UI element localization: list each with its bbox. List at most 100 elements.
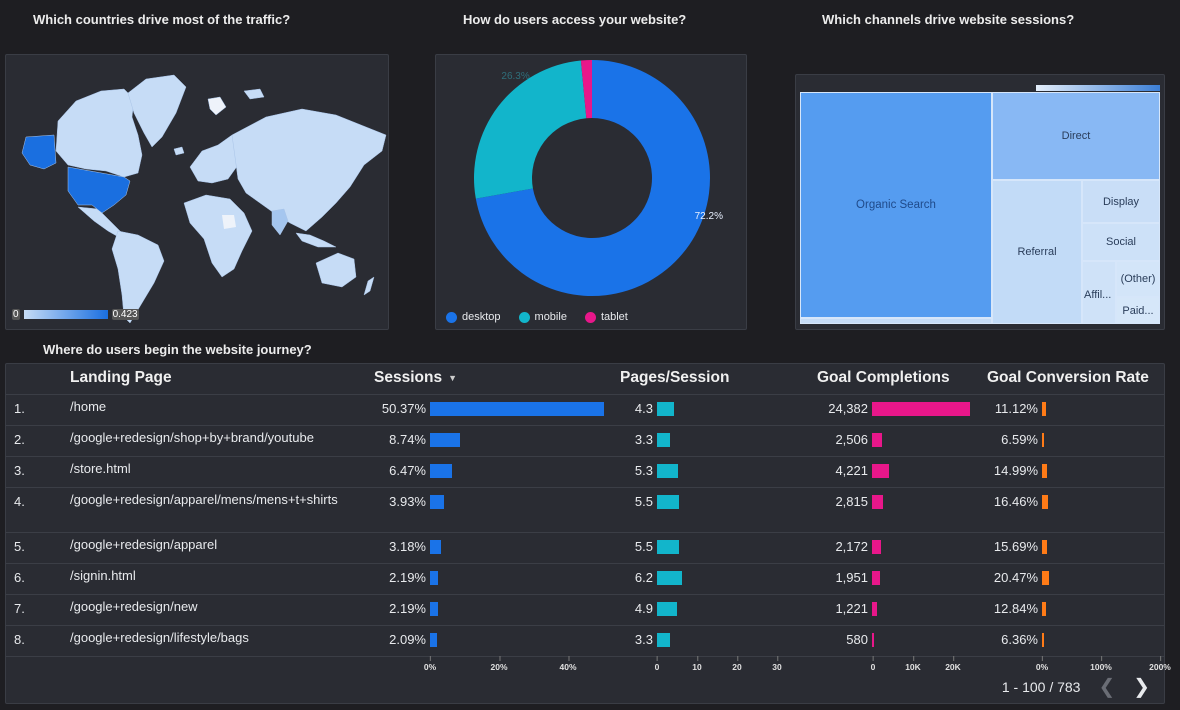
row-index: 1. bbox=[14, 401, 25, 416]
table-row[interactable]: 8. /google+redesign/lifestyle/bags 2.09% 3.… bbox=[6, 625, 1164, 656]
row-index: 7. bbox=[14, 601, 25, 616]
goal-conversion-rate-value: 11.12% bbox=[994, 401, 1038, 416]
pages-per-session-axis-tick: 20 bbox=[732, 656, 742, 672]
landing-page-cell[interactable]: /store.html bbox=[70, 462, 360, 475]
table-row[interactable]: 2. /google+redesign/shop+by+brand/youtube… bbox=[6, 425, 1164, 456]
map-legend-max: 0.423 bbox=[111, 309, 139, 320]
landing-page-cell[interactable]: /signin.html bbox=[70, 569, 360, 582]
pages-per-session-value: 5.3 bbox=[634, 463, 653, 478]
geo-map-chart[interactable]: 0 0.423 bbox=[5, 54, 389, 330]
col-header-goal-conversion-rate[interactable]: Goal Conversion Rate bbox=[987, 369, 1149, 387]
pages-per-session-axis-tick: 10 bbox=[692, 656, 702, 672]
pages-per-session-value: 5.5 bbox=[634, 539, 653, 554]
sessions-bar bbox=[430, 602, 438, 616]
table-row[interactable]: 6. /signin.html 2.19% 6.2 1,951 20.47% bbox=[6, 563, 1164, 594]
pages-per-session-bar bbox=[657, 540, 679, 554]
map-country-africa bbox=[183, 194, 253, 278]
table-row[interactable]: 7. /google+redesign/new 2.19% 4.9 1,221 12.84… bbox=[6, 594, 1164, 625]
prev-page-button[interactable]: ❮ bbox=[1098, 677, 1115, 697]
table-row[interactable]: 3. /store.html 6.47% 5.3 4,221 14.99% bbox=[6, 456, 1164, 487]
map-country-alaska bbox=[21, 134, 57, 170]
pages-per-session-axis-tick: 30 bbox=[772, 656, 782, 672]
col-header-pages-session[interactable]: Pages/Session bbox=[620, 369, 729, 387]
goal-conversion-rate-value: 6.36% bbox=[1001, 632, 1038, 647]
treemap-title: Which channels drive website sessions? bbox=[822, 12, 1075, 27]
next-page-button[interactable]: ❯ bbox=[1133, 677, 1150, 697]
treemap-cell-affil[interactable]: Affil... bbox=[1082, 261, 1116, 324]
col-header-goal-completions[interactable]: Goal Completions bbox=[817, 369, 950, 387]
treemap-cell-minor[interactable] bbox=[800, 318, 992, 324]
pagination: 1 - 100 / 783 ❮ ❯ bbox=[1002, 677, 1150, 697]
landing-page-cell[interactable]: /google+redesign/lifestyle/bags bbox=[70, 631, 360, 644]
sessions-bar bbox=[430, 540, 441, 554]
landing-page-table: Landing Page Sessions ▼ Pages/Session Goa… bbox=[5, 363, 1171, 704]
channel-treemap-chart[interactable]: Organic Search Direct Referral Display Socia… bbox=[795, 74, 1165, 330]
world-map[interactable] bbox=[6, 55, 390, 331]
goal-conversion-rate-bar bbox=[1042, 571, 1049, 585]
treemap-cell-other[interactable]: (Other) bbox=[1116, 261, 1160, 297]
pages-per-session-value: 4.9 bbox=[634, 601, 653, 616]
pages-per-session-value: 6.2 bbox=[634, 570, 653, 585]
legend-item-tablet[interactable]: tablet bbox=[584, 311, 628, 323]
map-legend-min: 0 bbox=[12, 309, 20, 320]
legend-dot-mobile bbox=[518, 311, 530, 323]
goal-completions-value: 2,506 bbox=[835, 432, 868, 447]
device-donut-chart[interactable]: 72.2% 26.3% desktop mobile tablet bbox=[435, 54, 747, 330]
treemap-cell-paid[interactable]: Paid... bbox=[1116, 297, 1160, 324]
landing-page-cell[interactable]: /google+redesign/new bbox=[70, 600, 360, 613]
sessions-bar bbox=[430, 433, 461, 447]
goal-conversion-rate-axis-tick: 200% bbox=[1149, 656, 1171, 672]
table-row[interactable]: 1. /home 50.37% 4.3 24,382 11.12% bbox=[6, 394, 1164, 425]
legend-label-desktop: desktop bbox=[462, 311, 501, 323]
treemap-cell-organic-search[interactable]: Organic Search bbox=[800, 92, 992, 318]
landing-page-cell[interactable]: /home bbox=[70, 400, 360, 413]
landing-page-cell[interactable]: /google+redesign/apparel bbox=[70, 538, 360, 551]
goal-completions-bar bbox=[872, 602, 877, 616]
col-header-sessions-label: Sessions bbox=[374, 369, 443, 386]
sessions-bar bbox=[430, 633, 438, 647]
goal-conversion-rate-bar bbox=[1042, 602, 1047, 616]
map-country-indonesia bbox=[295, 232, 337, 248]
col-header-landing-page[interactable]: Landing Page bbox=[70, 369, 172, 387]
map-country-canada bbox=[55, 88, 143, 178]
treemap-cell-display[interactable]: Display bbox=[1082, 180, 1160, 223]
goal-conversion-rate-value: 6.59% bbox=[1001, 432, 1038, 447]
donut-slice-mobile[interactable] bbox=[474, 60, 587, 199]
goal-completions-value: 24,382 bbox=[828, 401, 868, 416]
table-header: Landing Page Sessions ▼ Pages/Session Goa… bbox=[6, 364, 1164, 394]
sessions-value: 6.47% bbox=[389, 463, 426, 478]
goal-completions-value: 2,815 bbox=[835, 494, 868, 509]
map-legend-gradient bbox=[23, 310, 108, 319]
treemap-cell-direct[interactable]: Direct bbox=[992, 92, 1160, 180]
map-country-russia-asia bbox=[231, 108, 387, 232]
legend-item-desktop[interactable]: desktop bbox=[446, 311, 501, 323]
donut-legend: desktop mobile tablet bbox=[446, 311, 628, 323]
donut-svg[interactable]: 72.2% 26.3% bbox=[436, 55, 748, 305]
sessions-value: 2.19% bbox=[389, 570, 426, 585]
pagination-range: 1 - 100 / 783 bbox=[1001, 679, 1081, 695]
pages-per-session-value: 3.3 bbox=[634, 432, 653, 447]
pages-per-session-value: 4.3 bbox=[634, 401, 653, 416]
treemap-cell-referral[interactable]: Referral bbox=[992, 180, 1082, 324]
goal-conversion-rate-bar bbox=[1042, 495, 1048, 509]
goal-conversion-rate-value: 14.99% bbox=[993, 463, 1038, 478]
landing-page-cell[interactable]: /google+redesign/shop+by+brand/youtube bbox=[70, 431, 360, 444]
legend-item-mobile[interactable]: mobile bbox=[518, 311, 567, 323]
sessions-value: 50.37% bbox=[381, 401, 426, 416]
table-row[interactable]: 4. /google+redesign/apparel/mens/mens+t+s… bbox=[6, 487, 1164, 532]
treemap-color-legend bbox=[1036, 85, 1160, 91]
goal-completions-value: 580 bbox=[846, 632, 868, 647]
map-color-legend: 0 0.423 bbox=[12, 309, 139, 320]
table-title: Where do users begin the website journey… bbox=[43, 342, 312, 357]
col-header-sessions[interactable]: Sessions ▼ bbox=[374, 369, 457, 387]
table-row[interactable]: 5. /google+redesign/apparel 3.18% 5.5 2,172 1… bbox=[6, 532, 1164, 563]
goal-completions-value: 2,172 bbox=[835, 539, 868, 554]
legend-dot-tablet bbox=[584, 311, 596, 323]
sessions-value: 2.09% bbox=[389, 632, 426, 647]
goal-completions-bar bbox=[872, 571, 880, 585]
landing-page-cell[interactable]: /google+redesign/apparel/mens/mens+t+shi… bbox=[70, 493, 360, 506]
goal-conversion-rate-bar bbox=[1042, 464, 1048, 478]
goal-completions-axis-tick: 0 bbox=[870, 656, 876, 672]
treemap-cell-social[interactable]: Social bbox=[1082, 223, 1160, 261]
pages-per-session-bar bbox=[657, 633, 671, 647]
